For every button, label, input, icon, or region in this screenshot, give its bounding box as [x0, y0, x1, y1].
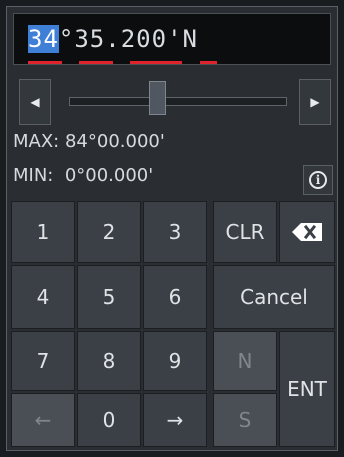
right-arrow-icon: ▶ — [310, 95, 320, 109]
key-6[interactable]: 6 — [143, 265, 207, 329]
max-value: 84°00.000' — [64, 131, 165, 152]
degrees-field[interactable]: 34 — [28, 25, 59, 53]
key-5[interactable]: 5 — [77, 265, 141, 329]
slider-left-button[interactable]: ◀ — [19, 79, 51, 125]
slider-track[interactable] — [69, 97, 287, 106]
minute-symbol: ' — [167, 25, 183, 53]
south-button[interactable]: S — [213, 393, 277, 447]
key-1[interactable]: 1 — [11, 201, 75, 263]
decimal-point: . — [105, 25, 121, 53]
coordinate-display[interactable]: 34°35.200'N — [13, 13, 331, 65]
key-3[interactable]: 3 — [143, 201, 207, 263]
latitude-input-panel: 34°35.200'N ◀ ▶ MAX: 84°00.000' MIN: 0°0… — [6, 6, 338, 451]
info-button[interactable]: i — [303, 165, 333, 195]
info-icon: i — [309, 171, 327, 189]
minutes-field[interactable]: 35 — [74, 25, 105, 53]
key-2[interactable]: 2 — [77, 201, 141, 263]
key-9[interactable]: 9 — [143, 331, 207, 391]
cancel-button[interactable]: Cancel — [213, 265, 335, 329]
hemisphere-underline — [200, 61, 217, 64]
back-arrow-button[interactable]: ← — [11, 393, 75, 447]
north-button[interactable]: N — [213, 331, 277, 391]
key-4[interactable]: 4 — [11, 265, 75, 329]
forward-arrow-button[interactable]: → — [143, 393, 207, 447]
coordinate-text: 34°35.200'N — [28, 24, 198, 54]
slider-right-button[interactable]: ▶ — [299, 79, 331, 125]
max-label: MAX: — [13, 131, 60, 152]
key-0[interactable]: 0 — [77, 393, 141, 447]
max-limit: MAX: 84°00.000' — [13, 131, 165, 152]
enter-button[interactable]: ENT — [279, 331, 335, 447]
degree-symbol: ° — [58, 25, 75, 53]
minutes-fraction-field[interactable]: 200 — [121, 25, 167, 53]
backspace-icon — [292, 223, 322, 241]
key-7[interactable]: 7 — [11, 331, 75, 391]
key-8[interactable]: 8 — [77, 331, 141, 391]
minutes-underline — [79, 61, 113, 64]
min-label: MIN: — [13, 165, 54, 186]
hemisphere-field[interactable]: N — [183, 25, 198, 53]
slider-thumb[interactable] — [149, 81, 167, 115]
min-limit: MIN: 0°00.000' — [13, 165, 153, 186]
clear-button[interactable]: CLR — [213, 201, 277, 263]
backspace-button[interactable] — [279, 201, 335, 263]
min-value: 0°00.000' — [64, 165, 154, 186]
fraction-underline — [130, 61, 182, 64]
degrees-underline — [28, 61, 62, 64]
left-arrow-icon: ◀ — [30, 95, 40, 109]
